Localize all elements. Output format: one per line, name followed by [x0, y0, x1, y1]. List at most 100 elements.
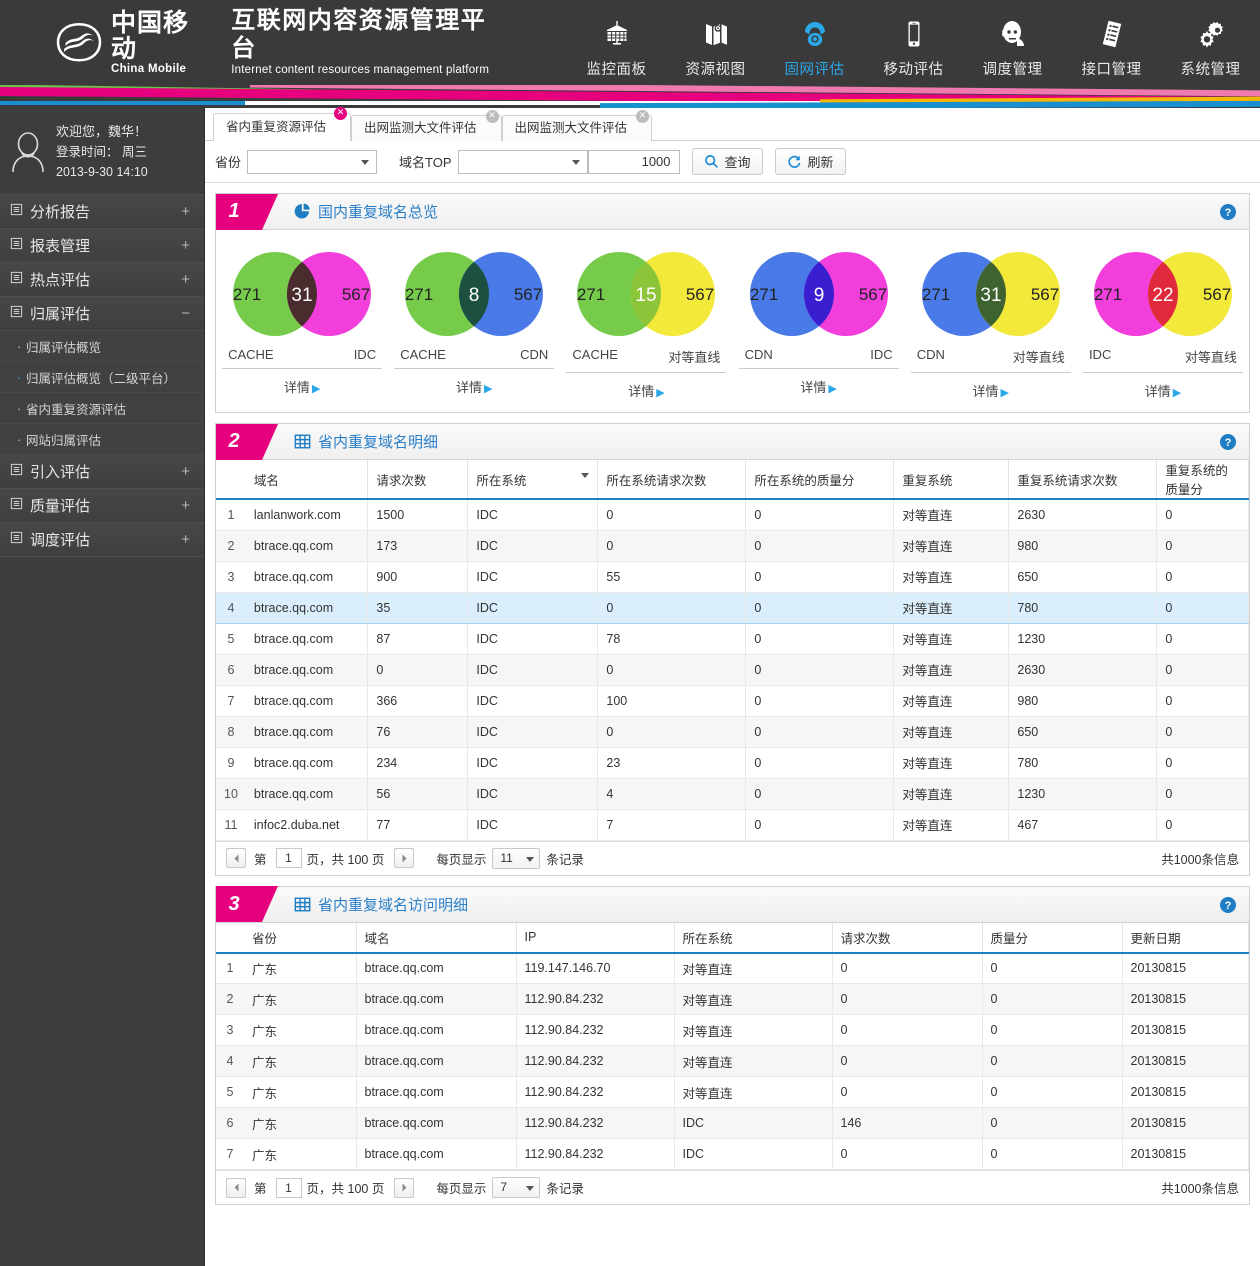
sidebar-group-toggle-icon[interactable]: + — [181, 497, 190, 514]
table-header-cell[interactable]: 重复系统请求次数 — [1008, 460, 1158, 500]
tab-close-icon[interactable]: ✕ — [485, 110, 499, 123]
sidebar-group-toggle-icon[interactable]: + — [181, 463, 190, 480]
tab-close-icon[interactable]: ✕ — [636, 110, 650, 123]
table-row[interactable]: 2 广东 btrace.qq.com 112.90.84.232 对等直连 0 0 20130… — [216, 983, 1249, 1015]
sidebar-group-4[interactable]: 归属评估 − — [0, 297, 204, 331]
venn-detail-link[interactable]: 详情 ▶ — [628, 381, 664, 400]
table-row[interactable]: 10 btrace.qq.com 56 IDC 4 0 对等直连 1230 0 — [216, 778, 1249, 810]
sidebar-subitem-4-3[interactable]: · 省内重复资源评估 — [0, 393, 204, 424]
table-row[interactable]: 8 btrace.qq.com 76 IDC 0 0 对等直连 650 0 — [216, 716, 1249, 748]
table-header-cell[interactable]: 所在系统的质量分 — [745, 460, 895, 500]
table-row[interactable]: 2 btrace.qq.com 173 IDC 0 0 对等直连 980 0 — [216, 530, 1249, 562]
table-row[interactable]: 3 btrace.qq.com 900 IDC 55 0 对等直连 650 0 — [216, 561, 1249, 593]
help-icon[interactable]: ? — [1219, 896, 1237, 919]
topnav-item-2[interactable]: 资源视图 — [666, 7, 765, 79]
sidebar-group-7[interactable]: 调度评估 + — [0, 523, 204, 557]
table-row[interactable]: 5 广东 btrace.qq.com 112.90.84.232 对等直连 0 0 20130… — [216, 1076, 1249, 1108]
table-header-cell[interactable]: 更新日期 — [1122, 922, 1249, 954]
table-row[interactable]: 6 广东 btrace.qq.com 112.90.84.232 IDC 146 0 2013… — [216, 1107, 1249, 1139]
next-page-button[interactable] — [394, 848, 415, 868]
page-size-select[interactable]: 7 — [492, 1177, 541, 1198]
sidebar-group-5[interactable]: 引入评估 + — [0, 455, 204, 489]
page-number-input[interactable]: 1 — [275, 848, 302, 868]
table-grid-icon — [294, 896, 311, 913]
topnav-item-4[interactable]: 移动评估 — [864, 7, 963, 79]
sidebar-subitem-4-2[interactable]: · 归属评估概览（二级平台） — [0, 362, 204, 393]
table-header-cell[interactable]: 重复系统的质量分 — [1156, 460, 1249, 500]
row-index: 11 — [216, 809, 246, 841]
table-header-cell[interactable]: 域名 — [356, 922, 517, 954]
table-header-cell[interactable]: 所在系统请求次数 — [597, 460, 747, 500]
table-row[interactable]: 5 btrace.qq.com 87 IDC 78 0 对等直连 1230 0 — [216, 623, 1249, 655]
help-icon[interactable]: ? — [1219, 203, 1237, 226]
sidebar-subitem-4-1[interactable]: · 归属评估概览 — [0, 331, 204, 362]
sidebar-subitem-4-4[interactable]: · 网站归属评估 — [0, 424, 204, 455]
top-count-input[interactable]: 1000 — [587, 149, 680, 174]
table-row[interactable]: 1 广东 btrace.qq.com 119.147.146.70 对等直连 0 0 2013… — [216, 952, 1249, 984]
chevron-right-icon: ▶ — [1000, 387, 1010, 399]
tab-1[interactable]: 省内重复资源评估 ✕ — [213, 107, 352, 141]
table-row[interactable]: 9 btrace.qq.com 234 IDC 23 0 对等直连 780 0 — [216, 747, 1249, 779]
sidebar-group-3[interactable]: 热点评估 + — [0, 263, 204, 297]
table-cell: 112.90.84.232 — [516, 1076, 675, 1108]
venn-detail-link[interactable]: 详情 ▶ — [456, 377, 492, 396]
tab-close-icon[interactable]: ✕ — [334, 107, 348, 120]
table-header-cell[interactable]: 域名 — [245, 460, 369, 500]
sidebar-group-toggle-icon[interactable]: + — [181, 271, 190, 288]
next-page-button[interactable] — [394, 1177, 415, 1198]
province-select[interactable] — [247, 149, 378, 174]
table-cell: 87 — [367, 623, 469, 655]
table-row[interactable]: 7 广东 btrace.qq.com 112.90.84.232 IDC 0 0 201308… — [216, 1138, 1249, 1170]
table-row[interactable]: 4 广东 btrace.qq.com 112.90.84.232 对等直连 0 0 20130… — [216, 1045, 1249, 1077]
sidebar-group-toggle-icon[interactable]: − — [181, 305, 190, 322]
tab-3[interactable]: 出网监测大文件评估 ✕ — [501, 110, 653, 141]
table-row[interactable]: 3 广东 btrace.qq.com 112.90.84.232 对等直连 0 0 20130… — [216, 1014, 1249, 1046]
table-header-cell[interactable]: 所在系统 — [674, 922, 833, 954]
chevron-down-icon[interactable] — [581, 473, 590, 478]
page-number-input[interactable]: 1 — [275, 1177, 302, 1198]
table-header-cell[interactable]: 重复系统 — [893, 460, 1010, 500]
sidebar-group-6[interactable]: 质量评估 + — [0, 489, 204, 523]
venn-detail-link[interactable]: 详情 ▶ — [800, 377, 836, 396]
table-header-cell[interactable]: 请求次数 — [367, 460, 469, 500]
table-cell: 0 — [1156, 591, 1249, 624]
table-row[interactable]: 6 btrace.qq.com 0 IDC 0 0 对等直连 2630 0 — [216, 654, 1249, 686]
table-header-cell[interactable]: 请求次数 — [832, 922, 983, 954]
domain-top-select[interactable] — [457, 149, 588, 174]
venn-detail-link[interactable]: 详情 ▶ — [284, 377, 320, 396]
venn-left-label: CDN — [916, 347, 945, 362]
sidebar-group-1[interactable]: 分析报告 + — [0, 195, 204, 229]
table-row[interactable]: 1 lanlanwork.com 1500 IDC 0 0 对等直连 2630 0 — [216, 499, 1249, 531]
table-header-label: 重复系统请求次数 — [1017, 473, 1118, 488]
tab-2[interactable]: 出网监测大文件评估 ✕ — [351, 110, 502, 141]
topnav-item-3[interactable]: 固网评估 — [765, 7, 864, 79]
page-size-value: 11 — [500, 850, 513, 865]
topnav-item-6[interactable]: 接口管理 — [1062, 7, 1161, 79]
table-row[interactable]: 7 btrace.qq.com 366 IDC 100 0 对等直连 980 0 — [216, 685, 1249, 717]
help-icon[interactable]: ? — [1219, 433, 1237, 456]
venn-detail-link[interactable]: 详情 ▶ — [973, 381, 1009, 400]
table-cell: btrace.qq.com — [245, 654, 369, 686]
table-row[interactable]: 11 infoc2.duba.net 77 IDC 7 0 对等直连 467 0 — [216, 809, 1249, 841]
sidebar-group-toggle-icon[interactable]: + — [181, 531, 190, 548]
table-cell: 对等直连 — [893, 778, 1010, 810]
sidebar-group-toggle-icon[interactable]: + — [181, 237, 190, 254]
venn-diagram: 271 15 567 — [577, 252, 716, 336]
query-button[interactable]: 查询 — [691, 148, 763, 175]
prev-page-button[interactable] — [226, 1177, 246, 1198]
topnav-item-1[interactable]: 监控面板 — [567, 7, 666, 79]
table-header-cell[interactable]: 省份 — [244, 922, 357, 954]
table-row[interactable]: 4 btrace.qq.com 35 IDC 0 0 对等直连 780 0 — [216, 591, 1249, 624]
topnav-item-5[interactable]: 调度管理 — [963, 7, 1062, 79]
prev-page-button[interactable] — [226, 848, 246, 868]
topnav-item-7[interactable]: 系统管理 — [1161, 7, 1260, 79]
table-header-cell[interactable]: 质量分 — [982, 922, 1123, 954]
sidebar-group-toggle-icon[interactable]: + — [181, 203, 190, 220]
page-size-select[interactable]: 11 — [492, 847, 541, 869]
refresh-button[interactable]: 刷新 — [774, 148, 846, 175]
table-header-cell[interactable]: IP — [516, 922, 675, 954]
venn-detail-link[interactable]: 详情 ▶ — [1145, 381, 1181, 400]
venn-cell-4: 271 9 567 CDN IDC 详情 ▶ — [733, 246, 905, 400]
sidebar-group-2[interactable]: 报表管理 + — [0, 229, 204, 263]
table-header-cell[interactable]: 所在系统 — [467, 460, 599, 500]
